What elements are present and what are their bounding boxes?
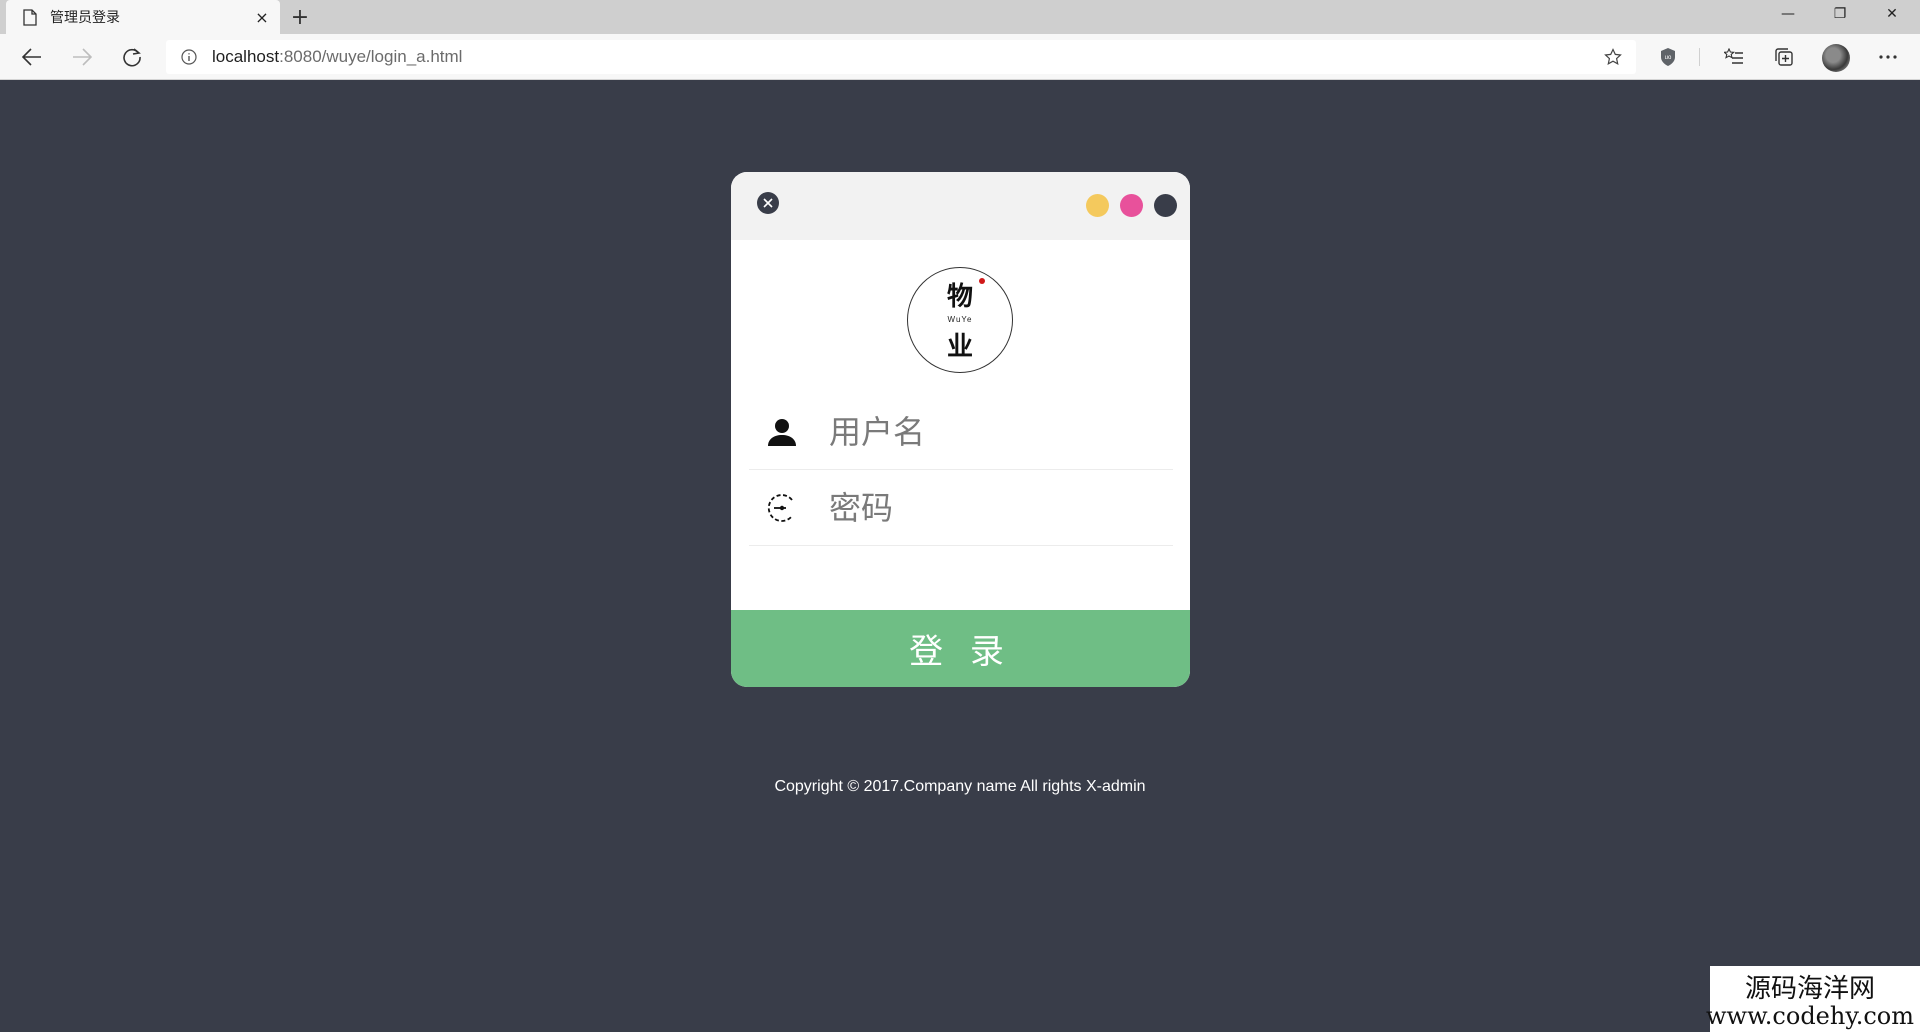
collections-icon[interactable]: [1768, 42, 1800, 72]
info-icon[interactable]: [172, 49, 206, 65]
tab-title: 管理员登录: [50, 10, 120, 26]
logo-red-dot: [979, 278, 985, 284]
toolbar-divider: [1699, 48, 1700, 66]
login-panel: 物 WuYe 业 登 录: [731, 172, 1190, 687]
url-host: localhost: [212, 47, 280, 66]
refresh-button[interactable]: [116, 42, 148, 72]
login-button[interactable]: 登 录: [731, 610, 1190, 687]
password-input[interactable]: [829, 488, 1149, 527]
more-menu-icon[interactable]: [1872, 42, 1904, 72]
page-icon: [22, 8, 38, 26]
password-row: [749, 470, 1173, 546]
logo-char-bottom: 业: [946, 332, 973, 362]
close-icon[interactable]: [757, 192, 779, 214]
back-button[interactable]: [16, 42, 48, 72]
profile-avatar[interactable]: [1822, 44, 1850, 72]
shield-extension-icon[interactable]: uo: [1652, 42, 1684, 72]
forward-button[interactable]: [66, 42, 98, 72]
watermark-en: www.codehy.com: [1706, 1002, 1914, 1030]
browser-toolbar: localhost:8080/wuye/login_a.html uo: [0, 34, 1920, 80]
site-watermark: 源码海洋网 www.codehy.com: [1706, 976, 1914, 1028]
lock-dial-icon: [765, 491, 799, 525]
dark-dot: [1154, 194, 1177, 217]
username-row: [749, 394, 1173, 470]
address-bar[interactable]: localhost:8080/wuye/login_a.html: [166, 40, 1636, 74]
username-input[interactable]: [829, 412, 1149, 451]
logo-char-top: 物: [946, 282, 973, 312]
url-text: localhost:8080/wuye/login_a.html: [212, 47, 462, 67]
wuye-logo: 物 WuYe 业: [907, 267, 1013, 373]
pink-dot: [1120, 194, 1143, 217]
favorites-icon[interactable]: [1718, 42, 1750, 72]
user-icon: [765, 415, 799, 449]
svg-text:uo: uo: [1665, 55, 1672, 61]
minimize-button[interactable]: —: [1762, 0, 1814, 28]
browser-tab[interactable]: 管理员登录 ×: [6, 0, 280, 34]
restore-button[interactable]: ❐: [1814, 0, 1866, 28]
watermark-cn: 源码海洋网: [1745, 974, 1876, 1004]
window-close-button[interactable]: ✕: [1866, 0, 1918, 28]
login-header: [731, 172, 1190, 240]
new-tab-button[interactable]: +: [286, 4, 314, 30]
tab-strip: 管理员登录 × + — ❐ ✕: [0, 0, 1920, 34]
yellow-dot: [1086, 194, 1109, 217]
tab-close-icon[interactable]: ×: [252, 7, 272, 27]
star-icon[interactable]: [1600, 44, 1626, 70]
copyright-text: Copyright © 2017.Company name All rights…: [774, 778, 1146, 795]
url-path: :8080/wuye/login_a.html: [279, 47, 463, 66]
logo-caption: WuYe: [947, 315, 973, 324]
